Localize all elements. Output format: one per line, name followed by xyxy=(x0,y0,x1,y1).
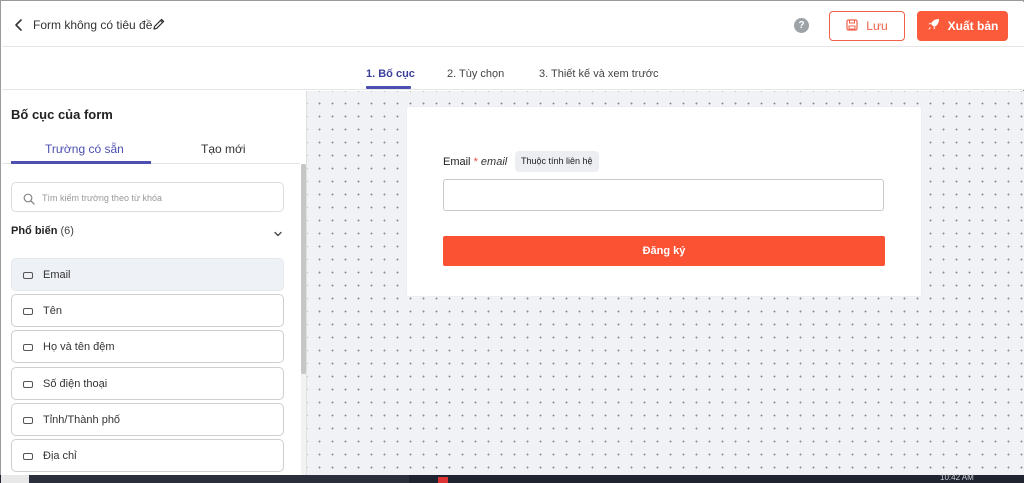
required-mark: * xyxy=(473,156,478,168)
field-item-label: Tên xyxy=(43,305,62,317)
field-item-last-name[interactable]: Họ và tên đệm xyxy=(11,330,284,363)
group-popular-header[interactable]: Phổ biến (6) xyxy=(11,225,74,237)
group-count: (6) xyxy=(60,225,74,237)
field-item-email[interactable]: Email xyxy=(11,258,284,291)
help-icon[interactable]: ? xyxy=(794,18,809,33)
os-taskbar: 10:42 AM xyxy=(0,473,1024,483)
submit-button[interactable]: Đăng ký xyxy=(443,236,885,266)
field-item-label: Email xyxy=(43,269,71,281)
step-navigation: 1. Bố cục 2. Tùy chọn 3. Thiết kế và xem… xyxy=(2,47,1024,90)
rocket-icon xyxy=(927,18,940,34)
input-field-icon xyxy=(23,308,33,315)
email-field-label: Email * email xyxy=(443,156,507,168)
form-preview-card: Email * email Thuộc tính liên hệ Đăng ký xyxy=(407,107,921,296)
taskbar-clock: 10:42 AM xyxy=(940,473,974,482)
scrollbar-thumb[interactable] xyxy=(301,164,306,374)
tab-create-new[interactable]: Tạo mới xyxy=(201,142,246,156)
step-layout[interactable]: 1. Bố cục xyxy=(366,68,415,80)
active-step-indicator xyxy=(366,86,411,89)
field-item-label: Tỉnh/Thành phố xyxy=(43,414,121,426)
taskbar-app-icon[interactable] xyxy=(438,477,448,483)
pencil-icon[interactable] xyxy=(152,17,166,31)
taskbar-start-area[interactable] xyxy=(1,475,29,483)
floppy-disk-icon xyxy=(846,18,858,34)
field-item-label: Địa chỉ xyxy=(43,450,77,462)
email-input[interactable] xyxy=(443,179,884,211)
back-arrow-icon[interactable] xyxy=(11,16,27,34)
group-name: Phổ biến xyxy=(11,225,58,237)
input-field-icon xyxy=(23,453,33,460)
taskbar-search-area[interactable] xyxy=(29,475,409,483)
search-input[interactable] xyxy=(42,189,277,206)
field-item-phone[interactable]: Số điện thoại xyxy=(11,367,284,400)
chevron-down-icon[interactable] xyxy=(273,226,283,237)
layout-sidebar: Bố cục của form Trường có sẵn Tạo mới Ph… xyxy=(2,91,307,476)
field-item-label: Số điện thoại xyxy=(43,378,108,390)
sidebar-scrollbar[interactable] xyxy=(301,164,306,476)
save-button[interactable]: Lưu xyxy=(829,11,905,41)
top-header: Form không có tiêu đề ? Lưu Xuất bản xyxy=(2,2,1024,47)
step-design-preview[interactable]: 3. Thiết kế và xem trước xyxy=(539,68,659,80)
publish-button-label: Xuất bản xyxy=(947,19,999,33)
tab-available-fields[interactable]: Trường có sẵn xyxy=(45,142,124,156)
input-field-icon xyxy=(23,381,33,388)
sidebar-title: Bố cục của form xyxy=(11,107,113,122)
form-title[interactable]: Form không có tiêu đề xyxy=(33,18,152,32)
field-item-address[interactable]: Địa chỉ xyxy=(11,439,284,472)
app-window: Form không có tiêu đề ? Lưu Xuất bản 1. … xyxy=(0,0,1024,483)
form-canvas: Email * email Thuộc tính liên hệ Đăng ký xyxy=(307,91,1024,476)
step-options[interactable]: 2. Tùy chọn xyxy=(447,68,504,80)
input-field-icon xyxy=(23,417,33,424)
input-field-icon xyxy=(23,344,33,351)
active-tab-indicator xyxy=(11,161,151,164)
search-icon xyxy=(23,192,35,205)
publish-button[interactable]: Xuất bản xyxy=(917,11,1008,41)
field-item-province[interactable]: Tỉnh/Thành phố xyxy=(11,403,284,436)
field-item-first-name[interactable]: Tên xyxy=(11,294,284,327)
save-button-label: Lưu xyxy=(866,19,888,33)
input-field-icon xyxy=(23,272,33,279)
email-label-text: Email xyxy=(443,156,471,168)
field-key: email xyxy=(480,156,508,168)
contact-attribute-badge[interactable]: Thuộc tính liên hệ xyxy=(515,151,599,172)
field-search-box[interactable] xyxy=(11,182,284,212)
field-item-label: Họ và tên đệm xyxy=(43,341,115,353)
